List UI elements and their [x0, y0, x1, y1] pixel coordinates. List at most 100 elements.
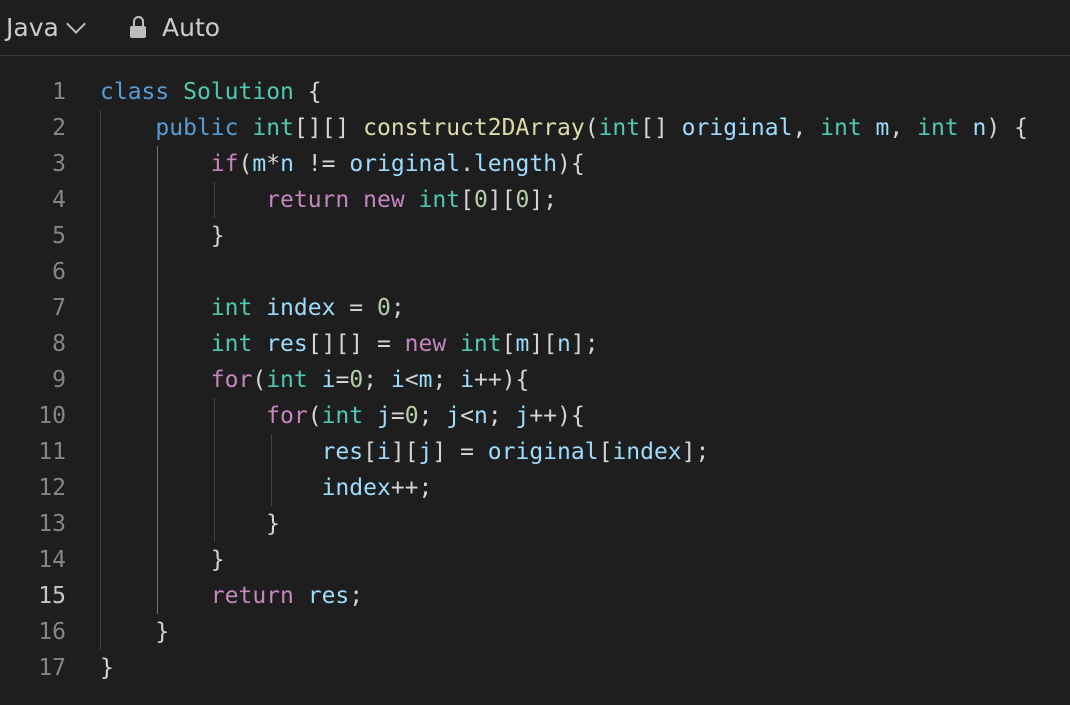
- mode-select[interactable]: Auto: [130, 10, 220, 44]
- code-token: int: [917, 115, 959, 141]
- code-token: (: [584, 115, 599, 141]
- code-line[interactable]: 7 int index = 0;: [0, 290, 1070, 326]
- code-token: .: [460, 151, 474, 177]
- code-token: =: [335, 367, 350, 393]
- code-token: 0: [473, 187, 488, 213]
- code-token: j: [446, 403, 461, 429]
- code-line[interactable]: 4 return new int[0][0];: [0, 182, 1070, 218]
- code-token: m: [418, 367, 433, 393]
- code-token: int: [321, 403, 364, 429]
- code-token: return: [266, 187, 350, 213]
- language-select[interactable]: Java: [6, 10, 86, 44]
- code-text: int index = 0;: [100, 290, 405, 326]
- code-text: return res;: [100, 578, 363, 614]
- code-token: }: [100, 223, 225, 249]
- code-token: ][: [529, 331, 558, 357]
- code-line[interactable]: 1 class Solution {: [0, 74, 1070, 110]
- code-line[interactable]: 13 }: [0, 506, 1070, 542]
- line-number: 9: [52, 367, 66, 393]
- code-line[interactable]: 2 public int[][] construct2DArray(int[] …: [0, 110, 1070, 146]
- code-token: ;: [432, 367, 461, 393]
- code-token: ;: [349, 583, 364, 609]
- code-token: i: [390, 367, 405, 393]
- code-line[interactable]: 10 for(int j=0; j<n; j++){: [0, 398, 1070, 434]
- code-token: index: [266, 295, 336, 321]
- code-token: (: [307, 403, 322, 429]
- code-token: [: [460, 187, 474, 213]
- code-token: res: [321, 439, 364, 465]
- indent-guide: [271, 434, 272, 506]
- code-token: ++){: [529, 403, 585, 429]
- code-token: ) {: [986, 115, 1028, 141]
- code-token: j: [515, 403, 530, 429]
- code-token: i: [460, 367, 475, 393]
- code-token: []: [640, 115, 682, 141]
- code-line[interactable]: 12 index++;: [0, 470, 1070, 506]
- lock-icon: [130, 16, 146, 38]
- code-token: ][: [487, 187, 516, 213]
- code-line[interactable]: 9 for(int i=0; i<m; i++){: [0, 362, 1070, 398]
- code-text: class Solution {: [100, 74, 322, 110]
- code-token: ][: [390, 439, 419, 465]
- code-token: j: [418, 439, 433, 465]
- code-line[interactable]: 15 return res;: [0, 578, 1070, 614]
- code-token: i: [321, 367, 336, 393]
- code-token: res: [307, 583, 350, 609]
- code-line[interactable]: 11 res[i][j] = original[index];: [0, 434, 1070, 470]
- code-token: ] =: [432, 439, 488, 465]
- code-token: ];: [529, 187, 558, 213]
- code-token: n: [280, 151, 294, 177]
- line-number: 4: [52, 187, 66, 213]
- code-token: new: [404, 331, 447, 357]
- code-line[interactable]: 14 }: [0, 542, 1070, 578]
- code-line[interactable]: 6: [0, 254, 1070, 290]
- code-line[interactable]: 16 }: [0, 614, 1070, 650]
- code-editor-window: Java Auto 1 class Solution {2 public int[…: [0, 0, 1070, 705]
- line-number: 5: [52, 223, 66, 249]
- line-number: 11: [38, 439, 66, 465]
- editor-toolbar: Java Auto: [0, 0, 1070, 56]
- code-token: ){: [557, 151, 585, 177]
- code-token: ];: [681, 439, 710, 465]
- code-token: (: [252, 367, 267, 393]
- code-token: if: [210, 151, 239, 177]
- code-token: n: [557, 331, 571, 357]
- line-number: 2: [52, 115, 66, 141]
- code-token: ,: [889, 115, 918, 141]
- chevron-down-icon: [65, 14, 86, 34]
- code-token: i: [376, 439, 391, 465]
- code-token: int: [266, 367, 308, 393]
- code-token: for: [210, 367, 253, 393]
- code-token: 0: [349, 367, 364, 393]
- code-token: int: [210, 295, 253, 321]
- line-number: 14: [38, 547, 66, 573]
- code-line[interactable]: 5 }: [0, 218, 1070, 254]
- code-text: int res[][] = new int[m][n];: [100, 326, 599, 362]
- code-token: return: [210, 583, 294, 609]
- code-token: int: [598, 115, 641, 141]
- code-area[interactable]: 1 class Solution {2 public int[][] constr…: [0, 74, 1070, 705]
- code-token: ++;: [390, 475, 433, 501]
- code-token: 0: [404, 403, 419, 429]
- code-text: }: [100, 650, 114, 686]
- code-token: [: [363, 439, 377, 465]
- code-line[interactable]: 8 int res[][] = new int[m][n];: [0, 326, 1070, 362]
- code-line[interactable]: 17}: [0, 650, 1070, 686]
- code-token: index: [612, 439, 682, 465]
- code-line[interactable]: 3 if(m*n != original.length){: [0, 146, 1070, 182]
- code-text: }: [100, 614, 169, 650]
